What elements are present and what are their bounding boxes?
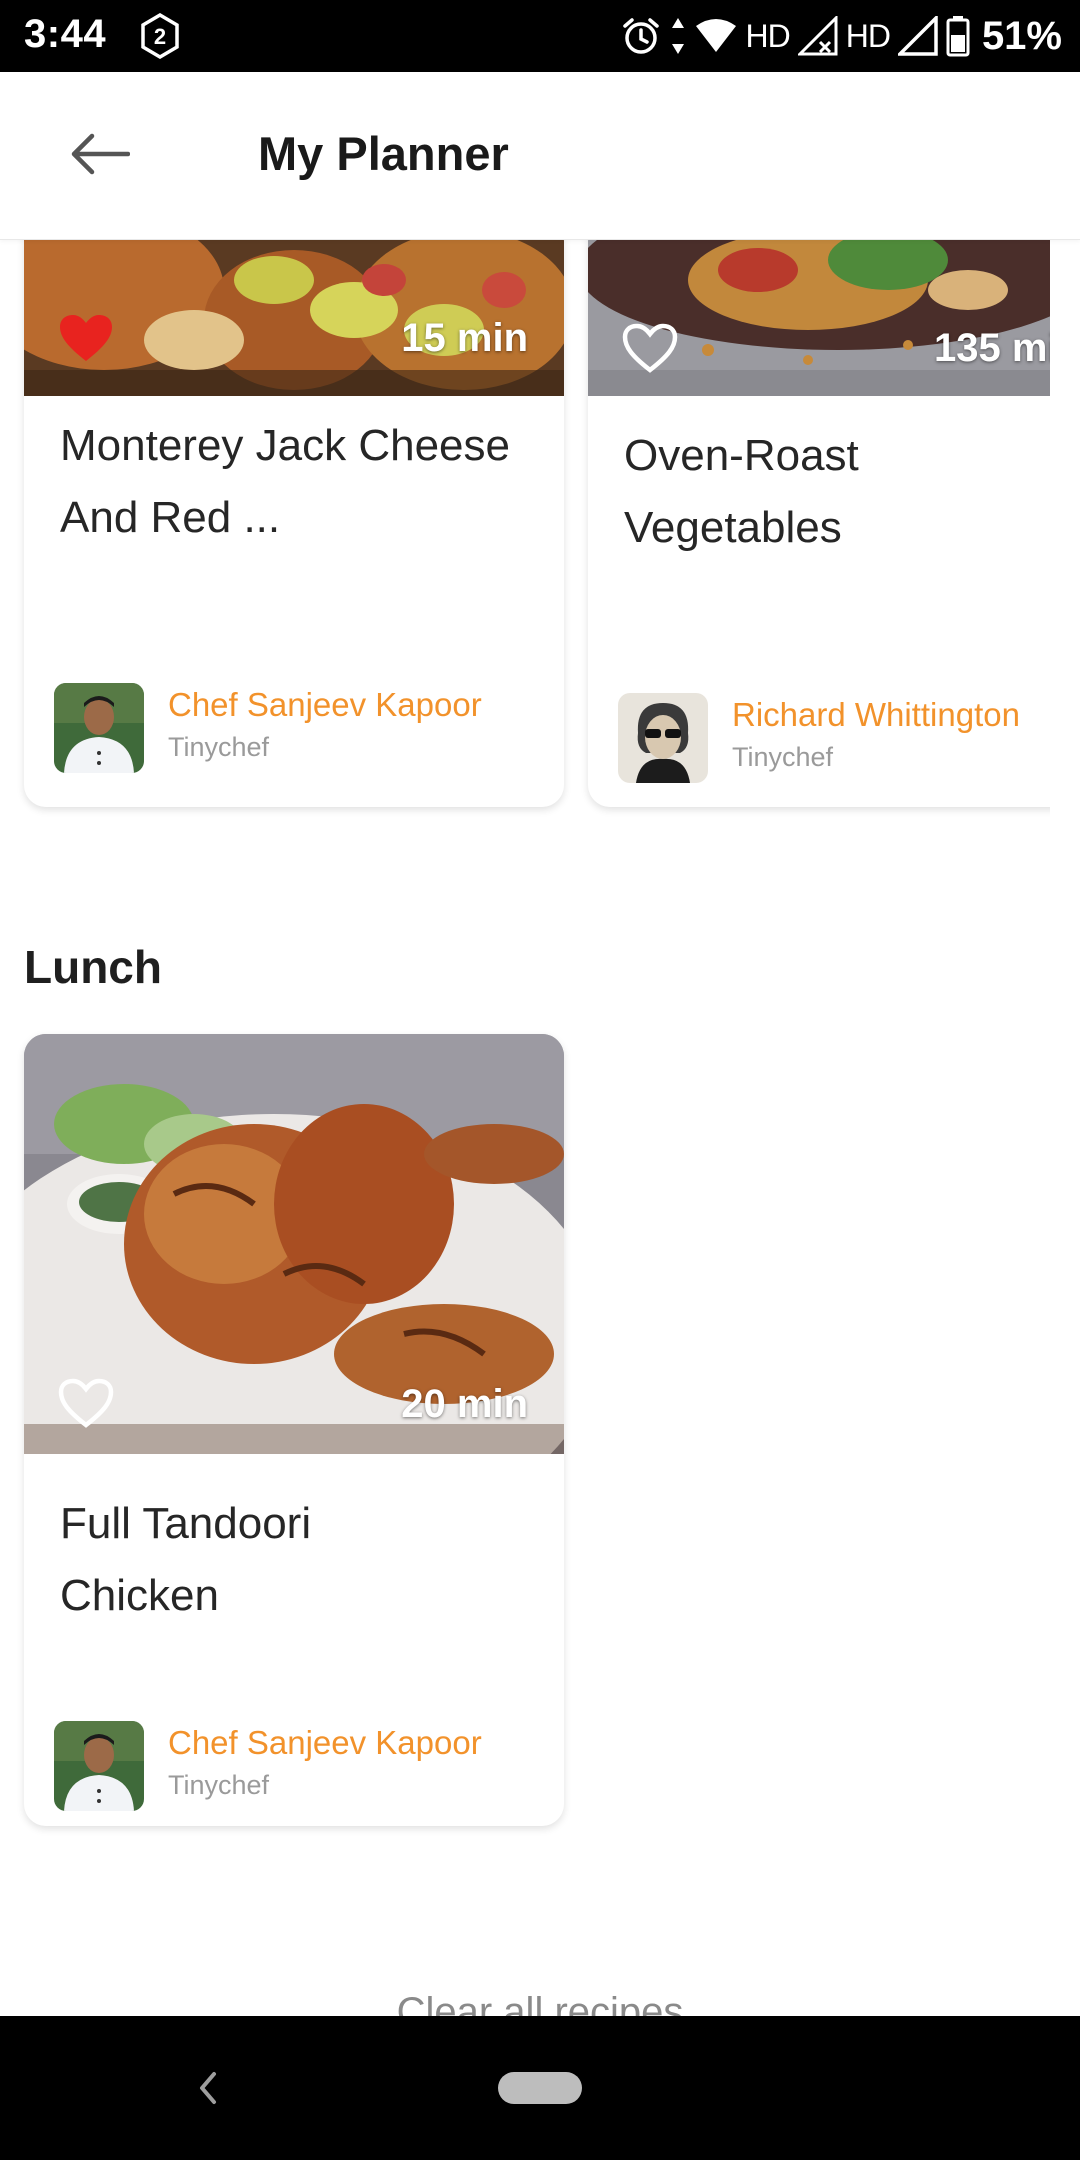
heart-outline-icon[interactable] [58,1378,114,1430]
nav-home-pill[interactable] [498,2072,582,2104]
data-arrows-icon [671,18,684,54]
chef-avatar [54,1721,144,1811]
chef-avatar [54,683,144,773]
notification-badge-icon: 2 [141,13,179,59]
signal-icon [897,16,938,56]
horizontal-scroll-clip: 135 min Oven-Roast Vegetables Richard Wh… [580,240,1050,850]
cook-time: 15 min [401,316,528,360]
battery-percent: 51% [981,13,1062,58]
clear-all-recipes-button[interactable]: Clear all recipes [0,1990,1080,2016]
status-time: 3:44 [24,12,107,56]
recipe-title: Oven-Roast Vegetables [624,431,859,552]
status-icons: HD HD 51% [620,10,1062,62]
network-type-label: HD [745,17,791,54]
nav-back-icon[interactable] [190,2062,226,2114]
chef-avatar [618,693,708,783]
back-button[interactable] [60,122,140,186]
recipe-title: Full Tandoori Chicken [60,1499,312,1620]
app-header: My Planner [0,72,1080,240]
recipe-card[interactable]: 20 min Full Tandoori Chicken Chef Sanjee… [24,1034,564,1826]
chef-name[interactable]: Richard Whittington [732,696,1020,734]
recipe-card[interactable]: 135 min Oven-Roast Vegetables Richard Wh… [588,240,1050,807]
system-nav-bar [0,2016,1080,2160]
alarm-icon [622,18,659,54]
heart-outline-icon[interactable] [622,323,678,375]
signal-x-icon [797,16,838,56]
heart-filled-icon[interactable] [58,313,114,365]
planner-content[interactable]: 15 min Monterey Jack Cheese And Red ... … [0,240,1080,2016]
section-title-lunch: Lunch [24,941,162,993]
page-title: My Planner [258,127,509,180]
chef-source: Tinychef [168,732,270,762]
back-arrow-icon [71,133,130,175]
chef-name[interactable]: Chef Sanjeev Kapoor [168,1724,482,1762]
recipe-title: Monterey Jack Cheese And Red ... [60,421,510,542]
cook-time: 20 min [401,1382,528,1426]
cook-time: 135 min [934,326,1050,370]
wifi-icon [695,19,736,52]
network-type-label-2: HD [845,17,891,54]
svg-text:2: 2 [154,24,166,49]
battery-icon [946,16,970,57]
chef-source: Tinychef [168,1770,270,1800]
chef-source: Tinychef [732,742,834,772]
chef-name[interactable]: Chef Sanjeev Kapoor [168,686,482,724]
status-bar: 3:44 2 HD HD 51% [0,0,1080,72]
recipe-card[interactable]: 15 min Monterey Jack Cheese And Red ... … [24,240,564,807]
